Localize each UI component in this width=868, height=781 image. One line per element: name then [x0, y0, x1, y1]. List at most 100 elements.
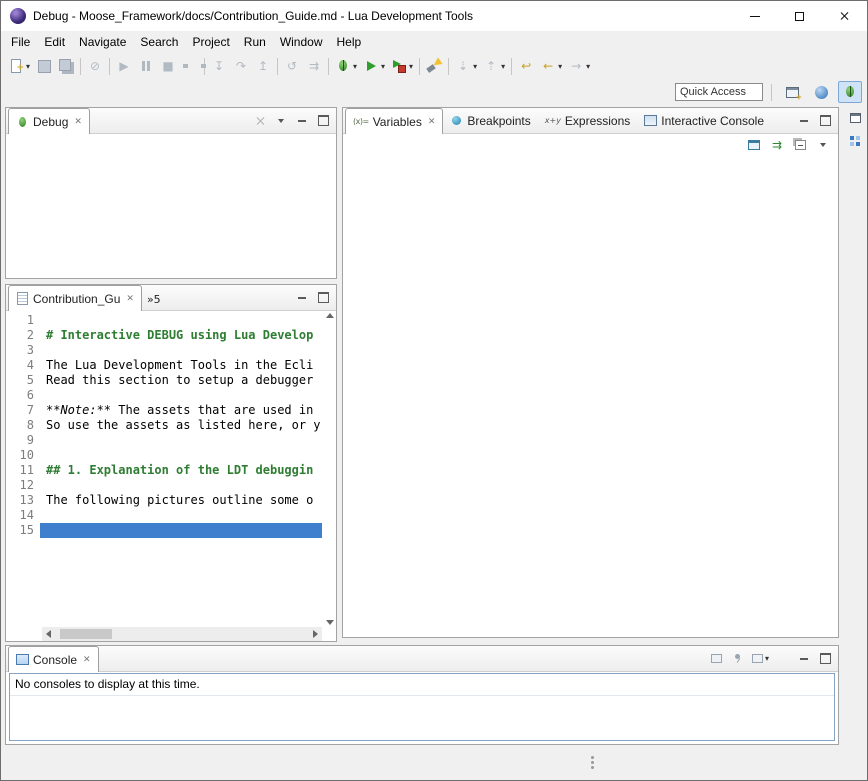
maximize-view-button[interactable] [316, 290, 330, 306]
dropdown-arrow-icon[interactable]: ▾ [473, 62, 477, 71]
menu-run[interactable]: Run [237, 32, 273, 52]
dropdown-arrow-icon[interactable]: ▾ [765, 654, 769, 663]
maximize-button[interactable] [777, 1, 822, 31]
scrollbar-thumb[interactable] [60, 629, 112, 639]
code-line[interactable]: # Interactive DEBUG using Lua Develop [40, 328, 322, 343]
dropdown-arrow-icon[interactable]: ▾ [558, 62, 562, 71]
line-number[interactable]: 2 [6, 328, 34, 343]
back-button[interactable]: ←▾ [537, 55, 565, 77]
code-line[interactable]: The following pictures outline some o [40, 493, 322, 508]
tab-debug[interactable]: Debug ✕ [8, 108, 90, 134]
disconnect-button[interactable] [179, 55, 201, 77]
dropdown-arrow-icon[interactable]: ▾ [353, 62, 357, 71]
close-tab-icon[interactable]: ✕ [74, 117, 82, 127]
scroll-down-icon[interactable] [326, 620, 334, 625]
editor-horizontal-scrollbar[interactable] [42, 627, 322, 641]
code-line[interactable] [40, 433, 322, 448]
terminate-button[interactable]: ■ [157, 55, 179, 77]
open-console-button[interactable]: ▾ [752, 651, 769, 667]
dropdown-arrow-icon[interactable]: ▾ [409, 62, 413, 71]
minimize-view-button[interactable] [295, 113, 309, 129]
use-step-filters-button[interactable]: ⇉ [303, 55, 325, 77]
view-menu-button[interactable] [816, 137, 830, 153]
tab-expressions[interactable]: x+yExpressions [538, 108, 638, 133]
previous-annotation-button[interactable]: ⇡▾ [480, 55, 508, 77]
last-edit-location-button[interactable]: ↩ [515, 55, 537, 77]
code-line[interactable] [40, 388, 322, 403]
tab-breakpoints[interactable]: Breakpoints [443, 108, 537, 133]
quick-access-input[interactable]: Quick Access [675, 83, 763, 101]
line-number[interactable]: 13 [6, 493, 34, 508]
scroll-left-icon[interactable] [46, 630, 51, 638]
code-line[interactable] [40, 523, 322, 538]
maximize-view-button[interactable] [818, 651, 832, 667]
dropdown-arrow-icon[interactable]: ▾ [586, 62, 590, 71]
line-number[interactable]: 5 [6, 373, 34, 388]
minimize-view-button[interactable] [295, 290, 309, 306]
code-line[interactable] [40, 508, 322, 523]
remove-all-terminated-button[interactable] [253, 113, 267, 129]
editor-gutter[interactable]: 123456789101112131415 [6, 311, 40, 627]
scroll-right-icon[interactable] [313, 630, 318, 638]
editor-vertical-scrollbar[interactable] [323, 313, 336, 625]
code-line[interactable] [40, 478, 322, 493]
script-perspective-button[interactable] [809, 81, 833, 103]
next-annotation-button[interactable]: ⇣▾ [452, 55, 480, 77]
line-number[interactable]: 1 [6, 313, 34, 328]
minimize-button[interactable] [732, 1, 777, 31]
step-over-button[interactable]: ↷ [230, 55, 252, 77]
display-console-button[interactable] [710, 651, 724, 667]
save-button[interactable] [33, 55, 55, 77]
menu-project[interactable]: Project [185, 32, 236, 52]
menu-file[interactable]: File [4, 32, 37, 52]
line-number[interactable]: 9 [6, 433, 34, 448]
code-line[interactable]: The Lua Development Tools in the Ecli [40, 358, 322, 373]
menu-edit[interactable]: Edit [37, 32, 72, 52]
menu-search[interactable]: Search [133, 32, 185, 52]
line-number[interactable]: 6 [6, 388, 34, 403]
open-perspective-button[interactable] [780, 81, 804, 103]
debug-perspective-button[interactable] [838, 81, 862, 103]
code-line[interactable] [40, 343, 322, 358]
menu-navigate[interactable]: Navigate [72, 32, 133, 52]
close-tab-icon[interactable]: ✕ [126, 294, 134, 304]
line-number[interactable]: 4 [6, 358, 34, 373]
maximize-view-button[interactable] [818, 113, 832, 129]
external-tools-button[interactable]: ▾ [388, 55, 416, 77]
pin-console-button[interactable] [731, 651, 745, 667]
search-button[interactable] [423, 55, 445, 77]
editor-text-area[interactable]: # Interactive DEBUG using Lua Develop The… [40, 311, 322, 627]
line-number[interactable]: 12 [6, 478, 34, 493]
restore-view-button[interactable] [845, 108, 865, 128]
code-line[interactable]: ## 1. Explanation of the LDT debuggin [40, 463, 322, 478]
code-line[interactable] [40, 448, 322, 463]
line-number[interactable]: 10 [6, 448, 34, 463]
debug-button[interactable]: ▾ [332, 55, 360, 77]
maximize-view-button[interactable] [316, 113, 330, 129]
tab-variables[interactable]: (x)=Variables✕ [345, 108, 443, 134]
drop-to-frame-button[interactable]: ↺ [281, 55, 303, 77]
minimize-view-button[interactable] [797, 113, 811, 129]
close-button[interactable] [822, 1, 867, 31]
view-menu-button[interactable] [274, 113, 288, 129]
line-number[interactable]: 3 [6, 343, 34, 358]
line-number[interactable]: 7 [6, 403, 34, 418]
line-number[interactable]: 11 [6, 463, 34, 478]
step-into-button[interactable]: ↧ [208, 55, 230, 77]
line-number[interactable]: 8 [6, 418, 34, 433]
code-line[interactable]: **Note:** The assets that are used in [40, 403, 322, 418]
dropdown-arrow-icon[interactable]: ▾ [381, 62, 385, 71]
menu-window[interactable]: Window [273, 32, 330, 52]
code-line[interactable] [40, 313, 322, 328]
suspend-button[interactable] [135, 55, 157, 77]
line-number[interactable]: 14 [6, 508, 34, 523]
run-button[interactable]: ▾ [360, 55, 388, 77]
collapse-all-button[interactable] [793, 137, 807, 153]
line-number[interactable]: 15 [6, 523, 34, 538]
resume-button[interactable]: ▶ [113, 55, 135, 77]
code-line[interactable]: Read this section to setup a debugger [40, 373, 322, 388]
tab-interactive-console[interactable]: Interactive Console [637, 108, 771, 133]
status-gripper[interactable] [591, 756, 594, 759]
show-logical-structures-button[interactable]: ⇉ [770, 137, 784, 153]
tab-contribution-guide[interactable]: Contribution_Gu ✕ [8, 285, 142, 311]
